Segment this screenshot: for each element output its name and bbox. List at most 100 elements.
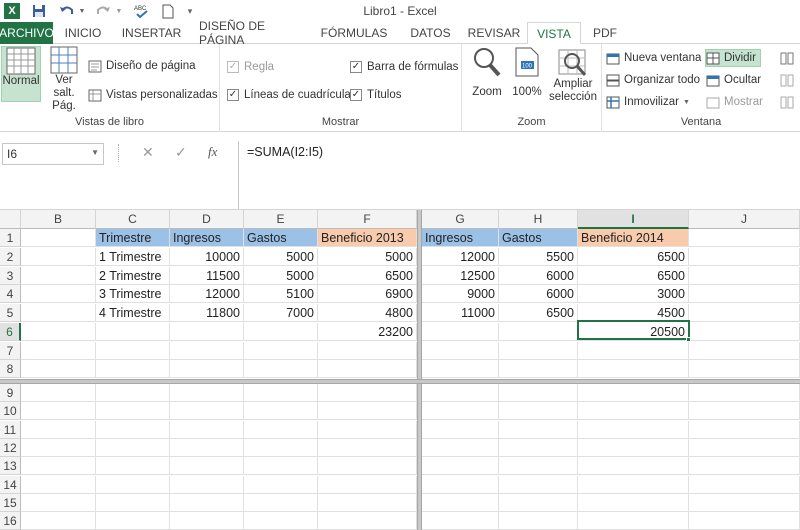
cell-c1[interactable]: Trimestre [96, 229, 170, 247]
row-header-8[interactable]: 8 [0, 360, 21, 379]
cell-b6[interactable] [21, 322, 96, 341]
fill-handle[interactable] [686, 337, 691, 342]
cell-i10[interactable] [578, 402, 689, 421]
cell-c3[interactable]: 2 Trimestre [96, 266, 170, 285]
cell-b4[interactable] [21, 285, 96, 304]
row-header-14[interactable]: 14 [0, 475, 21, 494]
tab-pdf[interactable]: PDF [581, 22, 629, 44]
arrange-all-button[interactable]: Organizar todo [606, 71, 700, 89]
cell-i15[interactable] [578, 493, 689, 512]
cell-g10[interactable] [422, 402, 499, 421]
formula-input[interactable]: =SUMA(I2:I5) [238, 141, 800, 209]
cell-c2[interactable]: 1 Trimestre [96, 247, 170, 266]
cell-d2[interactable]: 10000 [170, 247, 244, 266]
cell-h16[interactable] [499, 512, 578, 530]
cell-j15[interactable] [689, 493, 800, 512]
zoom-button[interactable]: Zoom [468, 46, 506, 99]
cell-b5[interactable] [21, 304, 96, 322]
cell-f5[interactable]: 4800 [318, 304, 417, 322]
cell-h10[interactable] [499, 402, 578, 421]
cell-d14[interactable] [170, 475, 244, 494]
cell-i11[interactable] [578, 420, 689, 439]
row-header-1[interactable]: 1 [0, 229, 21, 247]
cell-f2[interactable]: 5000 [318, 247, 417, 266]
cell-d1[interactable]: Ingresos [170, 229, 244, 247]
cell-j1[interactable] [689, 229, 800, 247]
row-header-12[interactable]: 12 [0, 438, 21, 457]
tab-datos[interactable]: DATOS [400, 22, 461, 44]
name-box-dropdown-icon[interactable]: ▼ [91, 148, 99, 157]
cell-i1[interactable]: Beneficio 2014 [578, 229, 689, 247]
tab-formulas[interactable]: FÓRMULAS [308, 22, 400, 44]
cell-g6[interactable] [422, 322, 499, 341]
cell-h14[interactable] [499, 475, 578, 494]
cell-d12[interactable] [170, 438, 244, 457]
column-header-j[interactable]: J [689, 210, 800, 229]
row-header-9[interactable]: 9 [0, 384, 21, 402]
cell-b11[interactable] [21, 420, 96, 439]
cell-b12[interactable] [21, 438, 96, 457]
cell-g12[interactable] [422, 438, 499, 457]
cell-e6[interactable] [244, 322, 318, 341]
cell-j14[interactable] [689, 475, 800, 494]
tab-insertar[interactable]: INSERTAR [113, 22, 190, 44]
cell-c14[interactable] [96, 475, 170, 494]
insert-function-icon[interactable]: fx [208, 144, 217, 160]
column-header-h[interactable]: H [499, 210, 578, 229]
column-header-d[interactable]: D [170, 210, 244, 229]
cell-e1[interactable]: Gastos [244, 229, 318, 247]
cell-f9[interactable] [318, 384, 417, 402]
tab-inicio[interactable]: INICIO [53, 22, 113, 44]
cell-j5[interactable] [689, 304, 800, 322]
cell-b10[interactable] [21, 402, 96, 421]
cell-e16[interactable] [244, 512, 318, 530]
cell-j6[interactable] [689, 322, 800, 341]
cancel-icon[interactable]: ✕ [142, 144, 154, 161]
select-all-corner[interactable] [0, 210, 21, 229]
cell-c15[interactable] [96, 493, 170, 512]
cell-i3[interactable]: 6500 [578, 266, 689, 285]
cell-h9[interactable] [499, 384, 578, 402]
cell-h11[interactable] [499, 420, 578, 439]
cell-g1[interactable]: Ingresos [422, 229, 499, 247]
split-button[interactable]: Dividir [705, 49, 761, 67]
cell-f8[interactable] [318, 360, 417, 379]
cell-j16[interactable] [689, 512, 800, 530]
row-header-7[interactable]: 7 [0, 341, 21, 360]
row-header-6[interactable]: 6 [0, 322, 21, 341]
cell-c10[interactable] [96, 402, 170, 421]
cell-j13[interactable] [689, 457, 800, 476]
cell-d6[interactable] [170, 322, 244, 341]
cell-b16[interactable] [21, 512, 96, 530]
cell-h12[interactable] [499, 438, 578, 457]
cell-g15[interactable] [422, 493, 499, 512]
row-header-5[interactable]: 5 [0, 304, 21, 322]
new-window-button[interactable]: Nueva ventana [606, 49, 701, 67]
cell-g3[interactable]: 12500 [422, 266, 499, 285]
cell-c9[interactable] [96, 384, 170, 402]
cell-i9[interactable] [578, 384, 689, 402]
cell-f15[interactable] [318, 493, 417, 512]
column-header-i[interactable]: I [578, 210, 689, 229]
cell-d16[interactable] [170, 512, 244, 530]
cell-d15[interactable] [170, 493, 244, 512]
cell-g14[interactable] [422, 475, 499, 494]
cell-f10[interactable] [318, 402, 417, 421]
cell-c8[interactable] [96, 360, 170, 379]
cell-i16[interactable] [578, 512, 689, 530]
cell-g11[interactable] [422, 420, 499, 439]
tab-revisar[interactable]: REVISAR [461, 22, 527, 44]
cell-i7[interactable] [578, 341, 689, 360]
cell-e4[interactable]: 5100 [244, 285, 318, 304]
cell-b15[interactable] [21, 493, 96, 512]
cell-c11[interactable] [96, 420, 170, 439]
freeze-panes-button[interactable]: Inmovilizar ▼ [606, 93, 690, 111]
cell-h1[interactable]: Gastos [499, 229, 578, 247]
cell-b2[interactable] [21, 247, 96, 266]
cell-d8[interactable] [170, 360, 244, 379]
column-header-f[interactable]: F [318, 210, 417, 229]
column-header-e[interactable]: E [244, 210, 318, 229]
column-header-c[interactable]: C [96, 210, 170, 229]
row-header-15[interactable]: 15 [0, 493, 21, 512]
cell-f13[interactable] [318, 457, 417, 476]
